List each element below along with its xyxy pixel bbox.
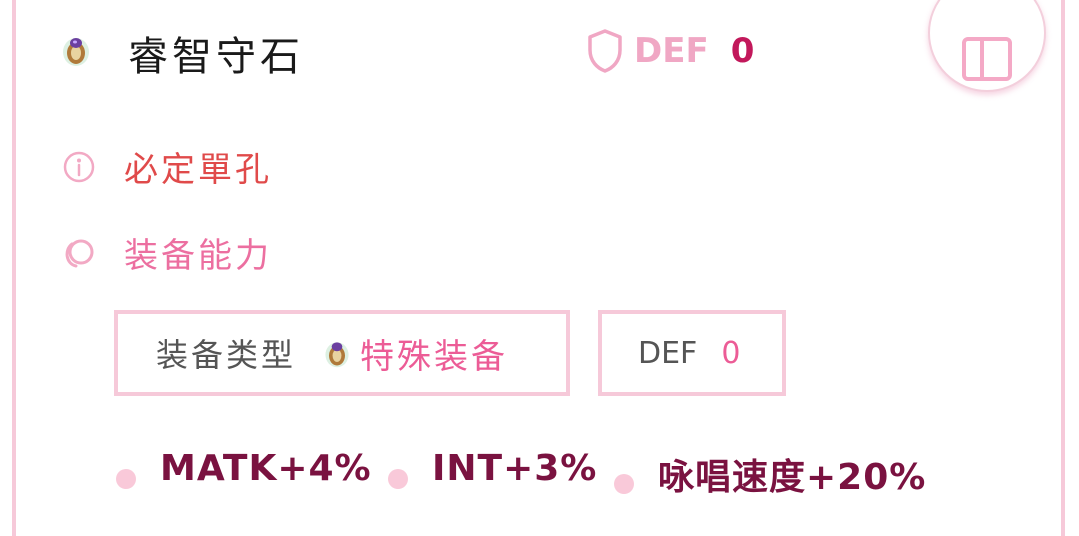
info-icon xyxy=(63,151,95,182)
bullet-dot xyxy=(116,468,136,489)
stat-item: 咏唱速度+20% xyxy=(614,448,926,500)
ring-icon xyxy=(325,342,349,368)
stat-text: MATK+4% xyxy=(160,448,372,489)
stat-text: 咏唱速度+20% xyxy=(658,457,927,498)
bullet-dot xyxy=(388,468,408,489)
item-name: 睿智守石 xyxy=(128,34,304,80)
item-def-summary: DEF 0 xyxy=(586,28,754,74)
ability-title: 装备能力 xyxy=(124,236,272,276)
def-chip: DEF 0 xyxy=(598,310,786,396)
ring-icon xyxy=(63,38,89,66)
bullet-dot xyxy=(614,474,634,494)
def-value: 0 xyxy=(730,31,755,71)
equip-type-label: 装备类型 xyxy=(156,336,297,374)
stat-item: INT+3% xyxy=(388,448,597,489)
equip-type-chip: 装备类型 特殊装备 xyxy=(114,310,570,396)
requirement-text: 必定單孔 xyxy=(124,150,272,190)
swirl-icon xyxy=(65,239,94,267)
equip-type-value: 特殊装备 xyxy=(360,336,509,377)
requirement-row: 必定單孔 xyxy=(62,142,272,191)
def-label: DEF xyxy=(634,31,709,71)
stat-item: MATK+4% xyxy=(116,448,372,489)
shield-icon xyxy=(588,29,622,73)
def-chip-label: DEF xyxy=(638,335,698,371)
sidebar-panel-icon xyxy=(962,37,1012,81)
ability-header: 装备能力 xyxy=(62,228,272,277)
stat-text: INT+3% xyxy=(432,448,598,489)
def-chip-value: 0 xyxy=(721,335,741,371)
item-icon xyxy=(62,32,90,68)
